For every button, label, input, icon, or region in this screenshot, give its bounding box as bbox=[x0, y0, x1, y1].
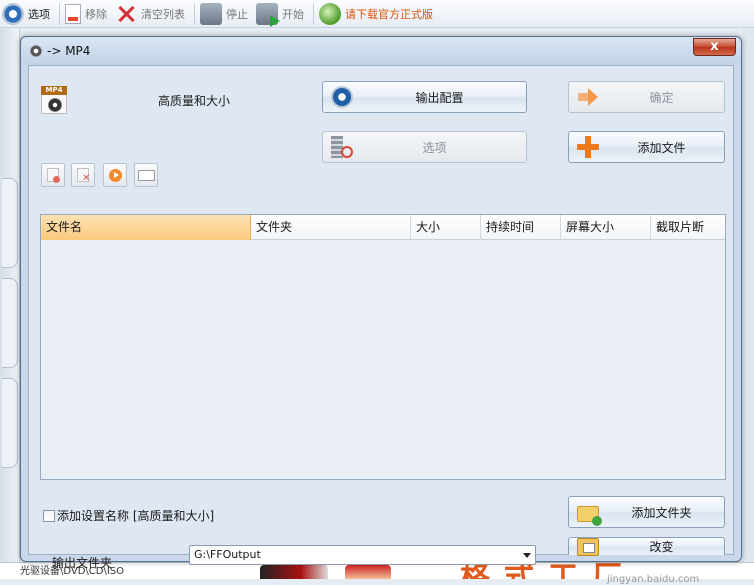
chevron-down-icon[interactable] bbox=[523, 553, 531, 558]
add-file-label: 添加文件 bbox=[637, 140, 686, 155]
options-label: 选项 bbox=[422, 140, 447, 155]
background-sidebar bbox=[0, 28, 20, 568]
gear-icon bbox=[331, 86, 353, 108]
options-button[interactable]: 选项 bbox=[322, 131, 527, 163]
column-header-filename[interactable]: 文件名 bbox=[41, 215, 251, 240]
dialog-title: -> MP4 bbox=[47, 44, 91, 58]
film-clip-icon bbox=[331, 136, 353, 158]
remove-file-icon bbox=[65, 3, 81, 24]
play-icon bbox=[109, 169, 122, 182]
toolbar-separator bbox=[313, 2, 314, 25]
column-header-screen-size[interactable]: 屏幕大小 bbox=[561, 215, 651, 240]
ok-label: 确定 bbox=[649, 90, 674, 105]
globe-icon bbox=[319, 2, 341, 25]
toolbar-separator bbox=[59, 2, 60, 25]
change-folder-icon bbox=[577, 537, 599, 556]
device-thumbnail bbox=[345, 565, 391, 579]
app-toolbar: 选项 移除 清空列表 停止 开始 请下载官方正式版 bbox=[0, 0, 754, 28]
mp4-badge: MP4 bbox=[41, 86, 67, 95]
stop-toolbar-button[interactable]: 停止 bbox=[198, 0, 254, 28]
change-folder-label: 改变 bbox=[649, 540, 674, 554]
file-list-grid[interactable]: 文件名 文件夹 大小 持续时间 屏幕大小 截取片断 bbox=[40, 214, 726, 480]
output-config-button[interactable]: 输出配置 bbox=[322, 81, 527, 113]
options-toolbar-button[interactable]: 选项 bbox=[0, 0, 56, 28]
mp4-output-dialog: -> MP4 x MP4 高质量和大小 输出配置 确定 ✕ 选项 添加文件 文件… bbox=[20, 36, 742, 585]
gear-icon bbox=[2, 2, 24, 25]
camera-thumbnail bbox=[260, 565, 328, 579]
remove-toolbar-button[interactable]: 移除 bbox=[63, 0, 113, 28]
media-info-button[interactable] bbox=[134, 163, 158, 187]
column-header-folder[interactable]: 文件夹 bbox=[251, 215, 411, 240]
add-setting-name-checkbox[interactable] bbox=[43, 509, 55, 522]
play-preview-button[interactable] bbox=[103, 163, 127, 187]
stop-icon bbox=[200, 2, 222, 25]
output-folder-value: G:\FFOutput bbox=[194, 548, 261, 561]
download-official-link[interactable]: 请下载官方正式版 bbox=[317, 0, 439, 28]
dialog-titlebar[interactable]: -> MP4 x bbox=[21, 37, 741, 65]
app-reel-icon bbox=[30, 45, 42, 57]
output-folder-select[interactable]: G:\FFOutput bbox=[189, 545, 536, 565]
clear-list-icon bbox=[115, 3, 137, 25]
sidebar-tab[interactable] bbox=[2, 378, 18, 468]
column-header-clip[interactable]: 截取片断 bbox=[651, 215, 725, 240]
add-file-button[interactable]: 添加文件 bbox=[568, 131, 725, 163]
sidebar-tab[interactable] bbox=[2, 178, 18, 268]
clear-list-toolbar-button[interactable]: 清空列表 bbox=[113, 0, 191, 28]
ok-button[interactable]: 确定 bbox=[568, 81, 725, 113]
background-right-strip bbox=[742, 28, 754, 568]
output-config-label: 输出配置 bbox=[415, 90, 464, 105]
start-toolbar-label: 开始 bbox=[282, 7, 304, 21]
change-folder-button[interactable]: 改变 bbox=[568, 537, 725, 556]
start-icon bbox=[256, 2, 280, 27]
toolbar-separator bbox=[194, 2, 195, 25]
add-setting-name-row[interactable]: 添加设置名称 [高质量和大小] bbox=[43, 507, 214, 524]
remove-dot-icon bbox=[53, 176, 60, 183]
remove-toolbar-label: 移除 bbox=[85, 7, 107, 21]
quality-preset-label: 高质量和大小 bbox=[158, 94, 231, 108]
options-toolbar-label: 选项 bbox=[28, 7, 50, 21]
film-reel-icon bbox=[48, 98, 62, 112]
add-folder-label: 添加文件夹 bbox=[631, 505, 692, 520]
close-button[interactable]: x bbox=[693, 38, 736, 56]
watermark-text: jingyan.baidu.com bbox=[607, 574, 700, 585]
add-folder-button[interactable]: 添加文件夹 bbox=[568, 496, 725, 528]
download-official-label: 请下载官方正式版 bbox=[345, 7, 433, 21]
clear-items-button[interactable]: ✕ bbox=[71, 163, 95, 187]
mp4-format-icon: MP4 bbox=[41, 86, 67, 114]
plus-icon bbox=[577, 136, 599, 158]
sidebar-tab[interactable] bbox=[2, 278, 18, 368]
dialog-client-area: MP4 高质量和大小 输出配置 确定 ✕ 选项 添加文件 文件名 文件夹 大小 … bbox=[28, 65, 734, 585]
grid-header: 文件名 文件夹 大小 持续时间 屏幕大小 截取片断 bbox=[41, 215, 725, 240]
column-header-duration[interactable]: 持续时间 bbox=[481, 215, 561, 240]
column-header-size[interactable]: 大小 bbox=[411, 215, 481, 240]
clear-list-toolbar-label: 清空列表 bbox=[141, 7, 185, 21]
info-card-icon bbox=[138, 170, 155, 181]
add-setting-name-label: 添加设置名称 [高质量和大小] bbox=[57, 509, 215, 523]
remove-item-button[interactable] bbox=[41, 163, 65, 187]
output-folder-label: 输出文件夹 bbox=[52, 556, 113, 570]
folder-add-icon bbox=[577, 506, 602, 526]
delete-x-icon: ✕ bbox=[82, 173, 91, 184]
stop-toolbar-label: 停止 bbox=[226, 7, 248, 21]
arrow-right-icon bbox=[577, 86, 599, 108]
start-toolbar-button[interactable]: 开始 bbox=[254, 0, 310, 28]
